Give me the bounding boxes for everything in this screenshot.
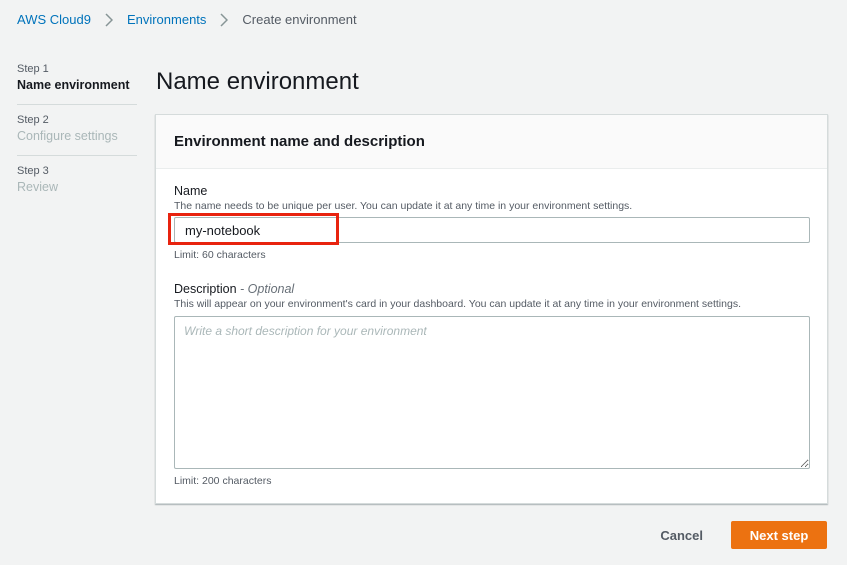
step-number: Step 1 [17,63,49,75]
description-field: Description - Optional This will appear … [174,281,810,488]
step-label: Name environment [17,78,130,92]
name-input[interactable] [174,217,810,243]
step-label: Review [17,180,58,194]
page-title: Name environment [156,68,359,95]
breadcrumb-current: Create environment [242,12,357,27]
optional-tag: - Optional [240,282,295,296]
name-field: Name The name needs to be unique per use… [174,183,810,262]
next-step-button[interactable]: Next step [731,521,827,549]
step-label: Configure settings [17,129,118,143]
name-limit: Limit: 60 characters [174,249,266,261]
wizard-steps: Step 1 Name environment Step 2 Configure… [17,62,137,214]
description-label: Description - Optional [174,281,810,297]
step-number: Step 3 [17,165,49,177]
description-help: This will appear on your environment's c… [174,298,741,310]
step-1[interactable]: Step 1 Name environment [17,62,137,105]
wizard-actions: Cancel Next step [632,521,827,549]
panel-header: Environment name and description [156,115,827,169]
name-description: The name needs to be unique per user. Yo… [174,200,633,212]
step-3: Step 3 Review [17,164,137,206]
description-label-text: Description [174,282,237,296]
chevron-right-icon [105,12,113,27]
step-number: Step 2 [17,114,49,126]
name-label: Name [174,184,208,198]
description-limit: Limit: 200 characters [174,475,272,487]
environment-panel: Environment name and description Name Th… [155,114,828,504]
description-textarea[interactable] [174,316,810,469]
cancel-button[interactable]: Cancel [632,528,731,543]
breadcrumb-environments[interactable]: Environments [127,12,206,27]
breadcrumb: AWS Cloud9 Environments Create environme… [17,12,357,27]
chevron-right-icon [220,12,229,27]
breadcrumb-aws-cloud9[interactable]: AWS Cloud9 [17,12,91,27]
step-2: Step 2 Configure settings [17,113,137,156]
